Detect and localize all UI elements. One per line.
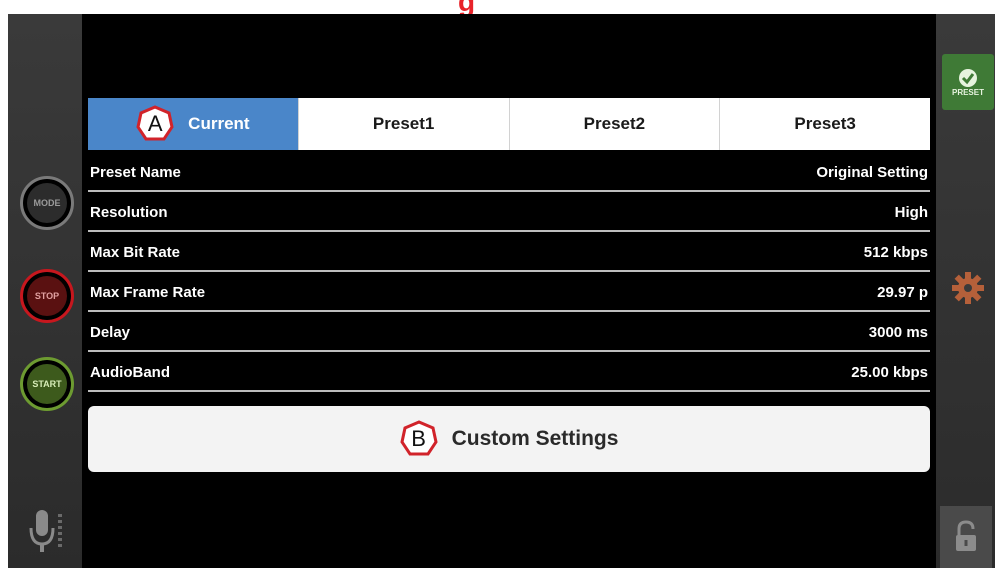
row-max-bit-rate: Max Bit Rate 512 kbps (88, 234, 930, 272)
mode-button[interactable]: MODE (20, 176, 74, 230)
tab-preset2[interactable]: Preset2 (508, 98, 720, 150)
row-label: Resolution (90, 203, 168, 221)
row-label: Delay (90, 323, 131, 341)
row-max-frame-rate: Max Frame Rate 29.97 p (88, 274, 930, 312)
row-value: Original Setting (816, 163, 928, 181)
custom-settings-button[interactable]: B Custom Settings (88, 406, 930, 472)
row-value: High (894, 203, 928, 221)
tab-preset3[interactable]: Preset3 (719, 98, 930, 150)
lock-icon[interactable] (940, 506, 992, 568)
main-panel: A Current Preset1 Preset2 Preset3 Preset… (82, 14, 936, 568)
row-value: 3000 ms (868, 323, 928, 341)
tab-current-label: Current (188, 114, 250, 133)
row-label: Max Frame Rate (90, 283, 206, 301)
row-label: Max Bit Rate (90, 243, 181, 261)
check-icon (959, 68, 977, 87)
stop-button[interactable]: STOP (20, 269, 74, 323)
row-audioband: AudioBand 25.00 kbps (88, 354, 930, 392)
tab-current[interactable]: A Current (88, 98, 298, 150)
badge-a: A (136, 105, 174, 143)
tab-preset1[interactable]: Preset1 (297, 98, 509, 150)
left-control-bar: MODE STOP START (8, 14, 82, 568)
right-control-bar: PRESET (936, 14, 995, 568)
start-button[interactable]: START (20, 357, 74, 411)
settings-list: Preset Name Original Setting Resolution … (88, 154, 930, 394)
row-preset-name: Preset Name Original Setting (88, 154, 930, 192)
preset-button[interactable]: PRESET (942, 54, 994, 110)
row-label: AudioBand (90, 363, 170, 381)
gear-icon[interactable] (948, 268, 988, 308)
preset-tabs: A Current Preset1 Preset2 Preset3 (88, 98, 930, 150)
microphone-icon[interactable] (26, 508, 66, 558)
custom-settings-label: Custom Settings (451, 427, 619, 450)
row-delay: Delay 3000 ms (88, 314, 930, 352)
preset-button-label: PRESET (951, 87, 984, 97)
row-value: 25.00 kbps (851, 363, 928, 381)
row-resolution: Resolution High (88, 194, 930, 232)
badge-b: B (399, 420, 438, 458)
row-value: 512 kbps (863, 243, 928, 261)
row-value: 29.97 p (877, 283, 928, 301)
row-label: Preset Name (90, 163, 181, 181)
